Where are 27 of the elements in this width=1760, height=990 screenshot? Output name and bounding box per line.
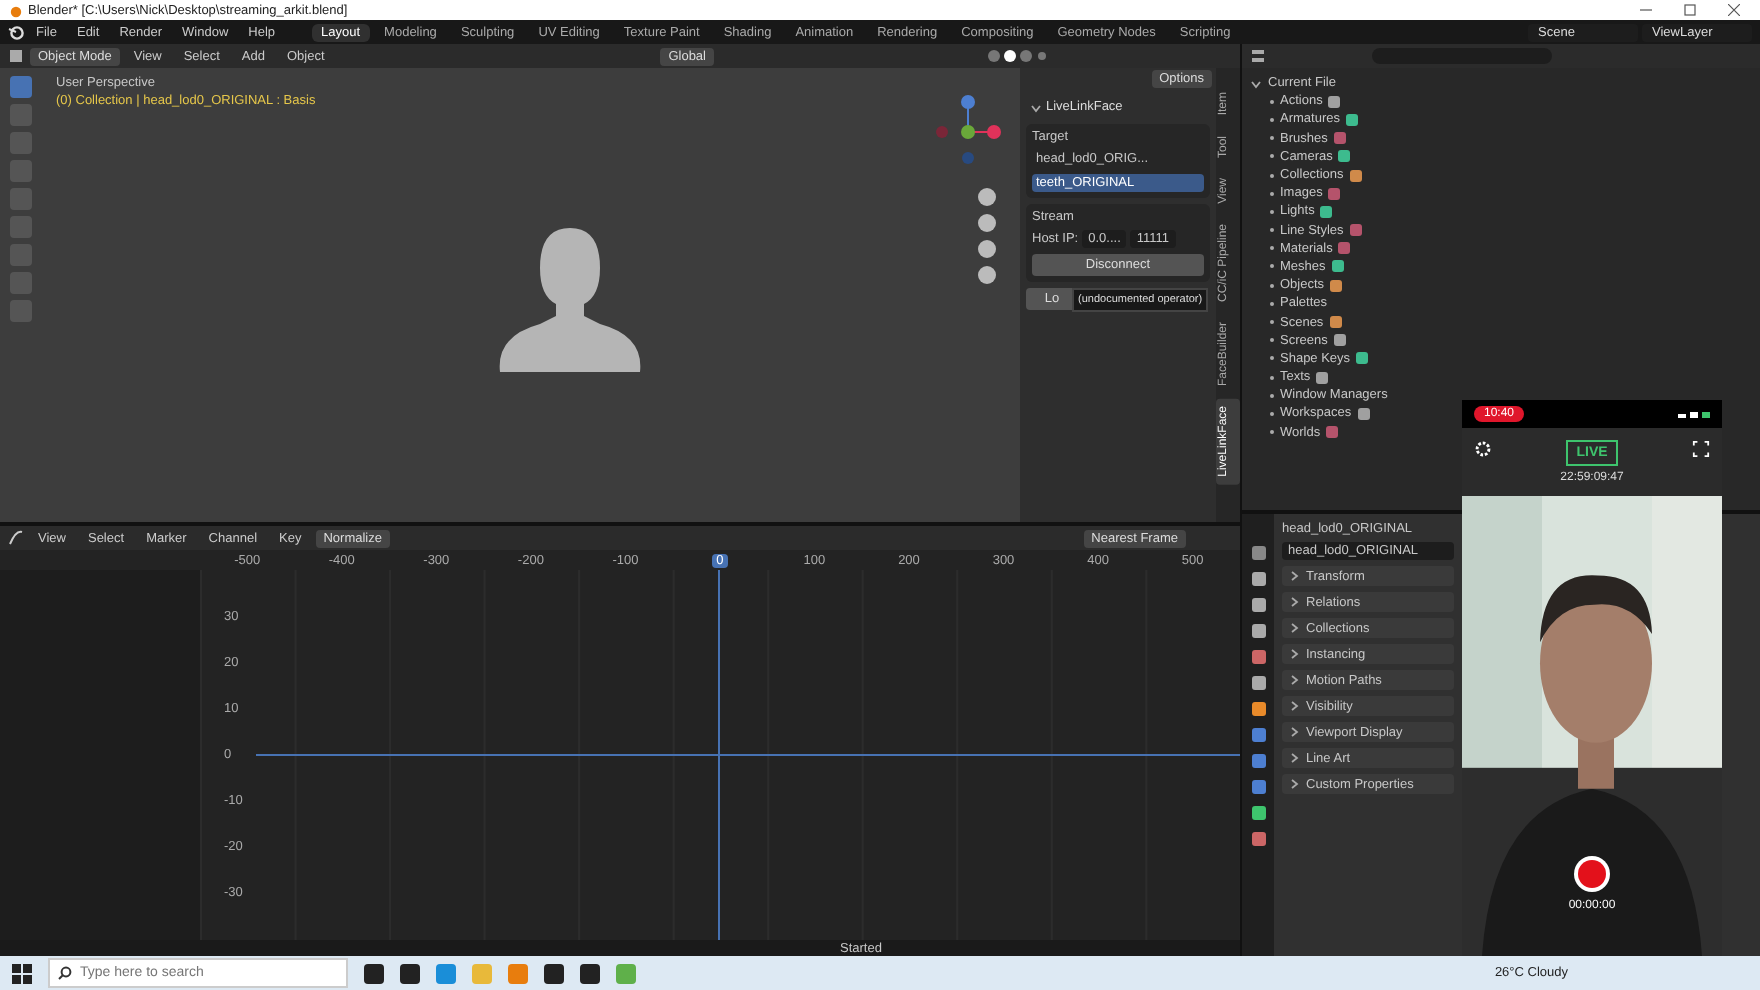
settings-icon[interactable] bbox=[1474, 440, 1492, 458]
search-icon bbox=[58, 966, 72, 980]
chevron-icon[interactable] bbox=[1030, 101, 1042, 113]
chevron-icon[interactable] bbox=[1288, 700, 1300, 712]
editor-type-icon[interactable] bbox=[8, 530, 24, 546]
chevron-icon[interactable] bbox=[1288, 674, 1300, 686]
shading-icon[interactable] bbox=[986, 48, 1046, 64]
status-icon bbox=[1678, 409, 1710, 419]
record-button[interactable] bbox=[1572, 854, 1612, 894]
chevron-icon[interactable] bbox=[1288, 596, 1300, 608]
chevron-icon[interactable] bbox=[1288, 752, 1300, 764]
chevron-icon[interactable] bbox=[1288, 778, 1300, 790]
chevron-icon[interactable] bbox=[1288, 648, 1300, 660]
chevron-icon[interactable] bbox=[1288, 726, 1300, 738]
app-logo-icon bbox=[8, 3, 22, 17]
chevron-icon[interactable] bbox=[1250, 77, 1262, 90]
editor-type-icon[interactable] bbox=[1250, 48, 1266, 64]
chevron-icon[interactable] bbox=[1288, 622, 1300, 634]
playhead-line[interactable] bbox=[718, 570, 721, 940]
fullscreen-icon[interactable] bbox=[1692, 440, 1710, 458]
chevron-icon[interactable] bbox=[1288, 570, 1300, 582]
minimize-icon[interactable] bbox=[1640, 4, 1652, 16]
blender-logo-icon[interactable] bbox=[8, 24, 24, 40]
editor-type-icon[interactable] bbox=[8, 48, 24, 64]
maximize-icon[interactable] bbox=[1684, 4, 1696, 16]
start-icon[interactable] bbox=[12, 963, 32, 983]
close-icon[interactable] bbox=[1728, 4, 1740, 16]
